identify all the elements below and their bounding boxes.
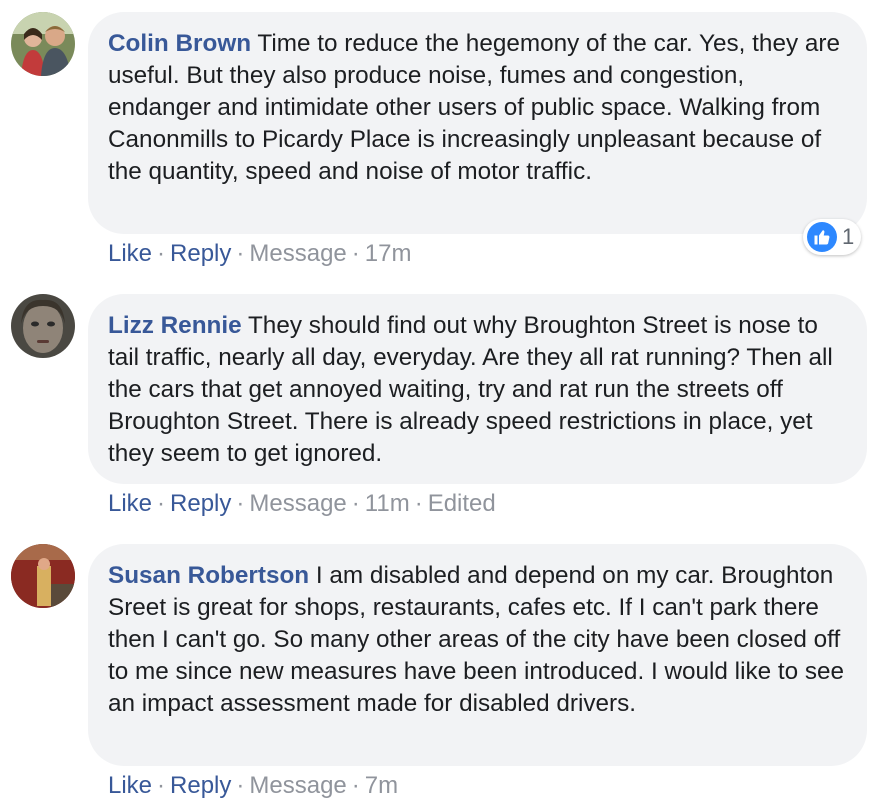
comment-author[interactable]: Lizz Rennie [108,312,242,339]
message-link[interactable]: Message [249,240,346,267]
separator: · [157,772,166,799]
comment-bubble: Lizz Rennie They should find out why Bro… [88,294,867,484]
separator: · [236,772,245,799]
separator: · [157,490,166,517]
separator: · [351,240,360,267]
timestamp[interactable]: 7m [365,772,398,799]
avatar[interactable] [11,294,75,358]
comment-bubble: Susan Robertson I am disabled and depend… [88,544,867,766]
like-link[interactable]: Like [108,240,152,267]
avatar[interactable] [11,12,75,76]
timestamp[interactable]: 17m [365,240,412,267]
reaction-badge[interactable]: 1 [803,219,861,255]
separator: · [236,240,245,267]
reply-link[interactable]: Reply [170,490,231,517]
like-link[interactable]: Like [108,490,152,517]
thumbs-up-icon [807,222,837,252]
message-link[interactable]: Message [249,772,346,799]
reply-link[interactable]: Reply [170,772,231,799]
message-link[interactable]: Message [249,490,346,517]
reaction-count: 1 [842,224,855,249]
comment-author[interactable]: Susan Robertson [108,562,309,589]
reply-link[interactable]: Reply [170,240,231,267]
separator: · [236,490,245,517]
comment-actions: Like · Reply · Message · 7m [108,771,398,801]
comment-author[interactable]: Colin Brown [108,30,251,57]
comment-actions: Like · Reply · Message · 17m [108,239,411,269]
separator: · [414,490,423,517]
timestamp[interactable]: 11m [365,490,410,517]
edited-label[interactable]: Edited [428,490,496,517]
separator: · [351,490,360,517]
separator: · [351,772,360,799]
comment-bubble: Colin Brown Time to reduce the hegemony … [88,12,867,234]
avatar[interactable] [11,544,75,608]
separator: · [157,240,166,267]
like-link[interactable]: Like [108,772,152,799]
comment-actions: Like · Reply · Message · 11m · Edited [108,489,496,519]
